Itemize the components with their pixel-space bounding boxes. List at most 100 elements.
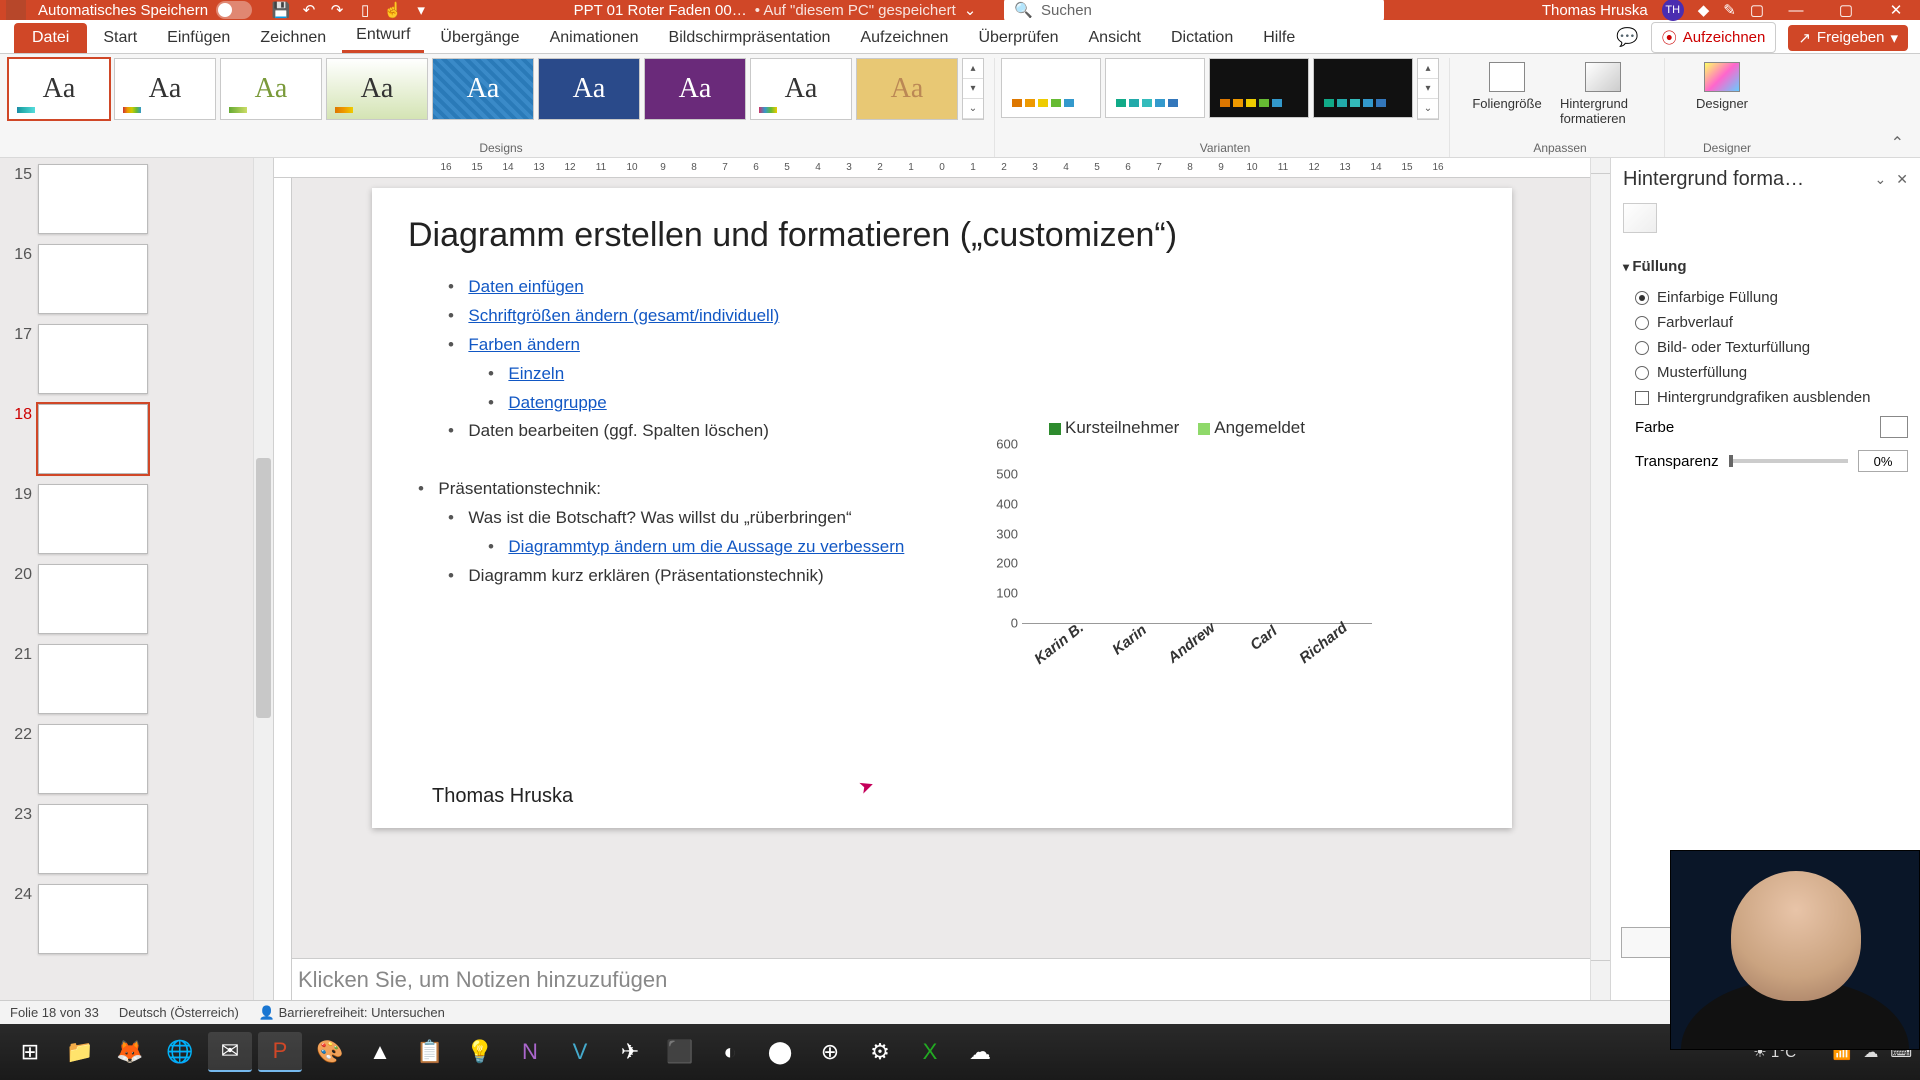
search-box[interactable]: 🔍 Suchen [1004, 0, 1384, 22]
tab-animationen[interactable]: Animationen [536, 23, 653, 53]
color-picker[interactable] [1880, 416, 1908, 438]
vlc-icon[interactable]: ▲ [358, 1032, 402, 1072]
app-icon-7[interactable]: ⬤ [758, 1032, 802, 1072]
settings-icon[interactable]: ⚙ [858, 1032, 902, 1072]
accessibility-check[interactable]: 👤 Barrierefreiheit: Untersuchen [259, 1005, 445, 1021]
diamond-icon[interactable]: ◆ [1698, 1, 1710, 19]
touch-mode-icon[interactable]: ☝ [384, 1, 402, 19]
toggle-switch-icon[interactable] [216, 1, 252, 19]
share-button[interactable]: ↗Freigeben ▾ [1788, 25, 1908, 51]
chrome-icon[interactable]: 🌐 [158, 1032, 202, 1072]
chk-hide-bg-graphics[interactable]: Hintergrundgrafiken ausblenden [1623, 385, 1908, 410]
telegram-icon[interactable]: ✈ [608, 1032, 652, 1072]
close-button[interactable]: ✕ [1878, 1, 1914, 19]
save-location[interactable]: • Auf "diesem PC" gespeichert [755, 2, 956, 19]
app-icon-6[interactable]: ◐ [708, 1032, 752, 1072]
opt-pattern-fill[interactable]: Musterfüllung [1623, 360, 1908, 385]
app-icon-8[interactable]: ⊕ [808, 1032, 852, 1072]
tab-einfuegen[interactable]: Einfügen [153, 23, 244, 53]
tab-aufzeichnen[interactable]: Aufzeichnen [846, 23, 962, 53]
chart[interactable]: Kursteilnehmer Angemeldet 01002003004005… [982, 418, 1372, 698]
slide-thumbnail-16[interactable]: 16 [4, 244, 269, 314]
pane-dropdown-icon[interactable]: ⌄ [1875, 171, 1887, 188]
slide-thumbnail-18[interactable]: 18 [4, 404, 269, 474]
theme-thumb-3[interactable]: Aa [220, 58, 322, 120]
variant-gallery-spinner[interactable]: ▴▾⌄ [1417, 58, 1439, 120]
slide-thumbnail-20[interactable]: 20 [4, 564, 269, 634]
slide-thumbnail-15[interactable]: 15 [4, 164, 269, 234]
slide-thumbnail-24[interactable]: 24 [4, 884, 269, 954]
transparency-slider[interactable] [1729, 459, 1848, 463]
tab-entwurf[interactable]: Entwurf [342, 20, 424, 53]
slide-canvas[interactable]: Diagramm erstellen und formatieren („cus… [372, 188, 1512, 828]
variant-1[interactable] [1001, 58, 1101, 118]
slide-size-button[interactable]: Foliengröße [1464, 62, 1550, 126]
onenote-icon[interactable]: N [508, 1032, 552, 1072]
present-icon[interactable]: ▯ [356, 1, 374, 19]
variant-2[interactable] [1105, 58, 1205, 118]
notes-pane[interactable]: Klicken Sie, um Notizen hinzuzufügen [274, 958, 1610, 1000]
firefox-icon[interactable]: 🦊 [108, 1032, 152, 1072]
document-title[interactable]: PPT 01 Roter Faden 00… [574, 2, 747, 19]
slide-thumbnail-21[interactable]: 21 [4, 644, 269, 714]
designer-button[interactable]: Designer [1679, 62, 1765, 111]
pane-close-icon[interactable]: ✕ [1896, 171, 1908, 188]
slide-thumbnail-19[interactable]: 19 [4, 484, 269, 554]
app-icon-9[interactable]: ☁ [958, 1032, 1002, 1072]
outlook-icon[interactable]: ✉ [208, 1032, 252, 1072]
theme-thumb-9[interactable]: Aa [856, 58, 958, 120]
minimize-button[interactable]: — [1778, 1, 1814, 19]
slide-thumbnail-17[interactable]: 17 [4, 324, 269, 394]
user-avatar[interactable]: TH [1662, 0, 1684, 21]
variant-3[interactable] [1209, 58, 1309, 118]
tab-zeichnen[interactable]: Zeichnen [246, 23, 340, 53]
theme-thumb-4[interactable]: Aa [326, 58, 428, 120]
record-button[interactable]: ⦿Aufzeichnen [1651, 22, 1777, 53]
tab-datei[interactable]: Datei [14, 23, 87, 53]
slide-title[interactable]: Diagramm erstellen und formatieren („cus… [408, 216, 1476, 255]
powerpoint-taskbar-icon[interactable]: P [258, 1032, 302, 1072]
file-explorer-icon[interactable]: 📁 [58, 1032, 102, 1072]
theme-thumb-2[interactable]: Aa [114, 58, 216, 120]
tab-ansicht[interactable]: Ansicht [1075, 23, 1155, 53]
tab-hilfe[interactable]: Hilfe [1249, 23, 1309, 53]
tab-bildschirmpraesentation[interactable]: Bildschirmpräsentation [655, 23, 845, 53]
undo-icon[interactable]: ↶ [300, 1, 318, 19]
excel-icon[interactable]: X [908, 1032, 952, 1072]
pen-icon[interactable]: ✎ [1723, 1, 1736, 19]
slide-position[interactable]: Folie 18 von 33 [10, 1005, 99, 1020]
slide-thumbnail-22[interactable]: 22 [4, 724, 269, 794]
maximize-button[interactable]: ▢ [1828, 1, 1864, 19]
app-icon-5[interactable]: ⬛ [658, 1032, 702, 1072]
start-button[interactable]: ⊞ [8, 1032, 52, 1072]
collapse-ribbon-icon[interactable]: ⌃ [1883, 129, 1912, 157]
window-icon[interactable]: ▢ [1750, 1, 1764, 19]
theme-thumb-7[interactable]: Aa [644, 58, 746, 120]
section-fill[interactable]: Füllung [1623, 258, 1908, 275]
slide-thumbnail-23[interactable]: 23 [4, 804, 269, 874]
transparency-value[interactable]: 0% [1858, 450, 1908, 472]
theme-thumb-6[interactable]: Aa [538, 58, 640, 120]
tab-dictation[interactable]: Dictation [1157, 23, 1247, 53]
app-icon-4[interactable]: V [558, 1032, 602, 1072]
format-background-button[interactable]: Hintergrund formatieren [1560, 62, 1646, 126]
tab-uebergaenge[interactable]: Übergänge [426, 23, 533, 53]
theme-thumb-1[interactable]: Aa [8, 58, 110, 120]
thumbnail-scrollbar[interactable] [253, 158, 273, 1000]
redo-icon[interactable]: ↷ [328, 1, 346, 19]
opt-solid-fill[interactable]: Einfarbige Füllung [1623, 285, 1908, 310]
opt-picture-fill[interactable]: Bild- oder Texturfüllung [1623, 335, 1908, 360]
tab-ueberpruefen[interactable]: Überprüfen [964, 23, 1072, 53]
variant-4[interactable] [1313, 58, 1413, 118]
app-icon-2[interactable]: 📋 [408, 1032, 452, 1072]
app-icon[interactable]: 🎨 [308, 1032, 352, 1072]
comments-icon[interactable]: 💬 [1616, 27, 1638, 48]
save-icon[interactable]: 💾 [272, 1, 290, 19]
opt-gradient-fill[interactable]: Farbverlauf [1623, 310, 1908, 335]
theme-thumb-5[interactable]: Aa [432, 58, 534, 120]
language[interactable]: Deutsch (Österreich) [119, 1005, 239, 1020]
app-icon-3[interactable]: 💡 [458, 1032, 502, 1072]
autosave-toggle[interactable]: Automatisches Speichern [38, 1, 252, 19]
qat-more-icon[interactable]: ▾ [412, 1, 430, 19]
chevron-down-icon[interactable]: ⌄ [964, 1, 977, 19]
